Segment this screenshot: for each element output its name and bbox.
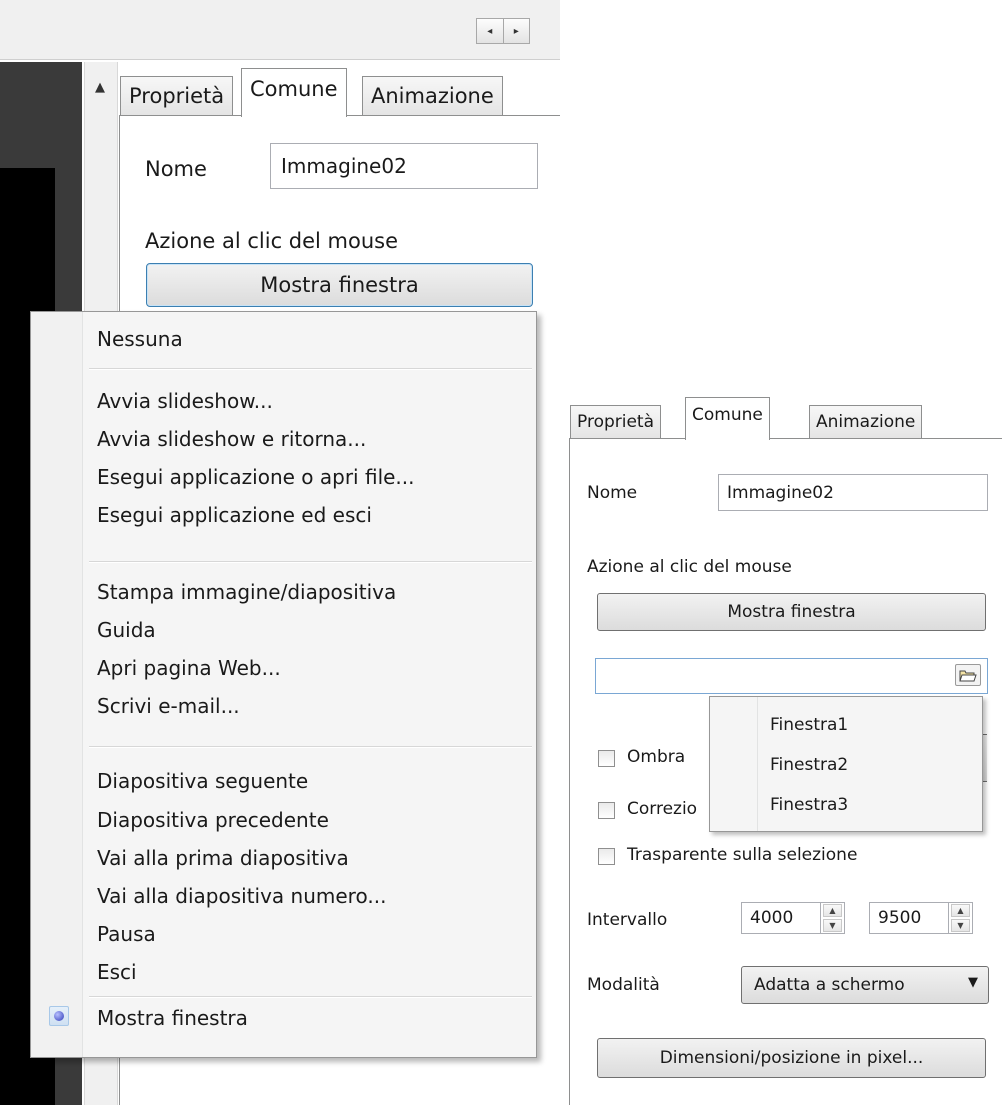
scroll-left-icon[interactable]: ◂ [477,19,503,43]
menu-item-exit[interactable]: Esci [97,960,137,984]
spin-down-icon[interactable]: ▼ [951,919,970,932]
mode-select-value: Adatta a schermo [754,975,905,995]
correction-label: Correzio [627,799,698,819]
mode-select[interactable]: Adatta a schermo ▼ [741,966,989,1004]
name-input[interactable]: Immagine02 [718,474,988,511]
dropdown-item-window2[interactable]: Finestra2 [770,755,848,775]
menu-item-first-slide[interactable]: Vai alla prima diapositiva [97,846,349,870]
dropdown-item-window3[interactable]: Finestra3 [770,795,848,815]
tab-common[interactable]: Comune [241,68,347,117]
menu-item-show-window[interactable]: Mostra finestra [97,1006,248,1030]
name-label: Nome [587,483,638,503]
scroll-up-icon[interactable]: ▲ [88,78,112,98]
interval-from-spinner[interactable]: ▲ ▼ [821,902,845,934]
spin-up-icon[interactable]: ▲ [951,904,970,917]
interval-from-input[interactable]: 4000 [741,902,821,934]
menu-separator [89,368,532,370]
tab-common[interactable]: Comune [685,397,770,440]
tab-properties[interactable]: Proprietà [120,76,234,116]
menu-item-start-slideshow-return[interactable]: Avvia slideshow e ritorna... [97,427,366,451]
menu-item-help[interactable]: Guida [97,618,156,642]
action-select-button[interactable]: Mostra finestra [146,263,533,307]
menu-item-run-app-open-file[interactable]: Esegui applicazione o apri file... [97,465,415,489]
menu-item-print[interactable]: Stampa immagine/diapositiva [97,580,396,604]
mouse-action-label: Azione al clic del mouse [587,557,792,577]
menu-item-next-slide[interactable]: Diapositiva seguente [97,769,308,793]
shadow-label: Ombra [627,747,686,767]
action-menu: Nessuna Avvia slideshow... Avvia slidesh… [30,311,537,1058]
dropdown-gutter [710,697,758,831]
menu-item-go-to-slide[interactable]: Vai alla diapositiva numero... [97,884,386,908]
scroll-right-icon[interactable]: ▸ [502,19,530,43]
window-input[interactable] [595,658,988,694]
mouse-action-label: Azione al clic del mouse [145,229,399,253]
menu-item-none[interactable]: Nessuna [97,327,183,351]
tab-animation[interactable]: Animazione [809,405,923,439]
correction-checkbox[interactable] [598,802,615,819]
menu-item-start-slideshow[interactable]: Avvia slideshow... [97,389,273,413]
spin-down-icon[interactable]: ▼ [823,919,842,932]
open-folder-icon[interactable] [955,664,981,686]
interval-to-spinner[interactable]: ▲ ▼ [949,902,973,934]
menu-item-previous-slide[interactable]: Diapositiva precedente [97,808,329,832]
menu-item-pause[interactable]: Pausa [97,922,156,946]
radio-selected-icon [49,1006,69,1026]
dropdown-item-window1[interactable]: Finestra1 [770,715,848,735]
tab-scroll-arrows: ◂ ▸ [476,18,530,44]
menu-separator [89,746,532,748]
mode-label: Modalità [587,975,660,995]
spin-up-icon[interactable]: ▲ [823,904,842,917]
name-label: Nome [145,157,207,181]
menu-item-run-app-exit[interactable]: Esegui applicazione ed esci [97,503,372,527]
menu-item-open-web-page[interactable]: Apri pagina Web... [97,656,281,680]
size-position-button[interactable]: Dimensioni/posizione in pixel... [597,1038,986,1078]
transparent-checkbox[interactable] [598,848,615,865]
tab-properties[interactable]: Proprietà [570,405,662,439]
shadow-checkbox[interactable] [598,750,615,767]
action-select-button[interactable]: Mostra finestra [597,593,986,631]
window-dropdown: Finestra1 Finestra2 Finestra3 [709,696,983,832]
tab-animation[interactable]: Animazione [362,76,503,116]
menu-separator [89,561,532,563]
transparent-label: Trasparente sulla selezione [627,845,858,865]
menu-item-write-email[interactable]: Scrivi e-mail... [97,694,240,718]
chevron-down-icon: ▼ [968,975,978,990]
menu-separator [89,996,532,998]
interval-to-input[interactable]: 9500 [869,902,949,934]
name-input[interactable]: Immagine02 [270,143,538,189]
menu-gutter [31,312,83,1057]
interval-label: Intervallo [587,910,668,930]
